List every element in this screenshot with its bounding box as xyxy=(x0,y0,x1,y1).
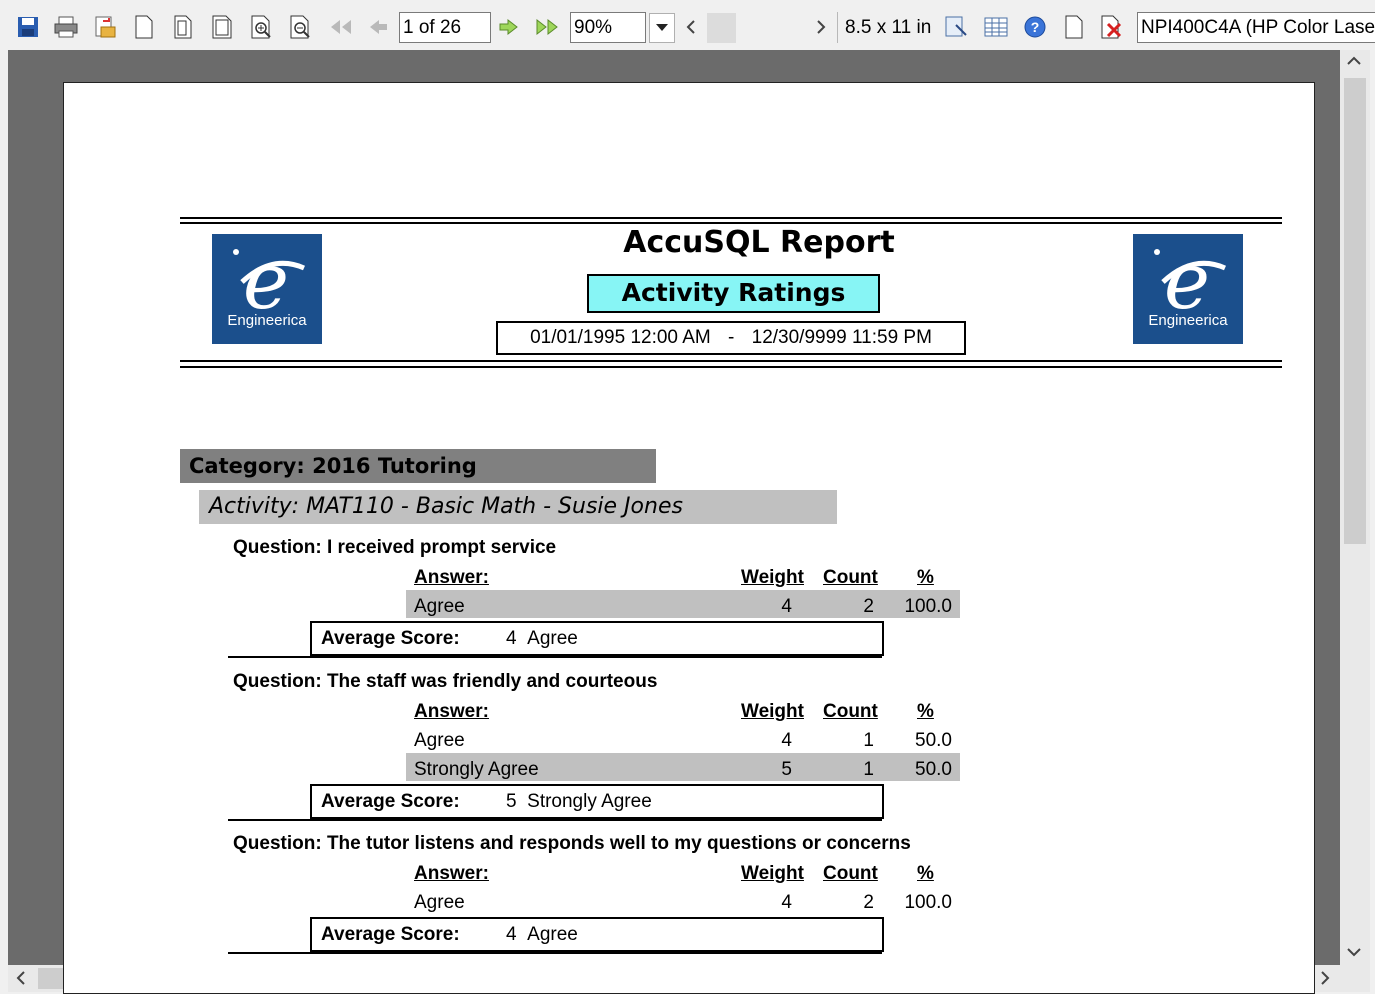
document-icon[interactable] xyxy=(1062,15,1086,39)
scroll-down-icon[interactable] xyxy=(1346,943,1362,964)
answer-column-header: Answer: xyxy=(414,567,489,588)
count-cell: 1 xyxy=(863,730,874,751)
question-divider xyxy=(228,656,882,658)
scroll-right-bottom-icon[interactable] xyxy=(1318,970,1332,991)
date-range: 01/01/1995 12:00 AM - 12/30/9999 11:59 P… xyxy=(496,321,966,355)
question-divider xyxy=(228,819,882,821)
weight-cell: 4 xyxy=(781,596,792,617)
percent-column-header: % xyxy=(917,701,934,722)
average-score-value: 5 Strongly Agree xyxy=(506,791,652,812)
average-score-box: Average Score: 5 Strongly Agree xyxy=(310,784,884,819)
logo-text: Engineerica xyxy=(1148,312,1228,329)
percent-cell: 100.0 xyxy=(904,596,952,617)
svg-text:?: ? xyxy=(1031,19,1040,35)
horizontal-pager-thumb[interactable] xyxy=(707,13,736,43)
percent-column-header: % xyxy=(917,567,934,588)
category-header: Category: 2016 Tutoring xyxy=(180,449,656,483)
date-end: 12/30/9999 11:59 PM xyxy=(751,327,932,348)
weight-cell: 4 xyxy=(781,892,792,913)
average-score-label: Average Score: xyxy=(321,628,460,649)
date-start: 01/01/1995 12:00 AM xyxy=(530,327,711,348)
dropdown-icon[interactable] xyxy=(649,13,675,43)
percent-column-header: % xyxy=(917,863,934,884)
count-cell: 1 xyxy=(863,759,874,780)
report-title: AccuSQL Report xyxy=(623,225,895,260)
printer-select[interactable]: NPI400C4A (HP Color Laser xyxy=(1137,12,1375,43)
page-setup-icon[interactable] xyxy=(944,15,968,39)
zoom-out-icon[interactable] xyxy=(289,15,313,39)
report-subtitle: Activity Ratings xyxy=(587,274,880,313)
percent-cell: 50.0 xyxy=(915,759,952,780)
header-rule xyxy=(180,360,1282,362)
weight-cell: 5 xyxy=(781,759,792,780)
header-rule xyxy=(180,366,1282,368)
question-title: Question: The staff was friendly and cou… xyxy=(233,671,658,692)
scroll-right-icon[interactable] xyxy=(809,15,833,39)
average-score-box: Average Score: 4 Agree xyxy=(310,917,884,952)
scroll-up-icon[interactable] xyxy=(1346,52,1362,73)
answer-cell: Agree xyxy=(414,596,465,617)
next-page-icon[interactable] xyxy=(497,15,521,39)
average-score-value: 4 Agree xyxy=(506,924,578,945)
answer-row-highlight xyxy=(406,590,960,618)
percent-cell: 100.0 xyxy=(904,892,952,913)
count-cell: 2 xyxy=(863,892,874,913)
paper-size-label: 8.5 x 11 in xyxy=(845,17,932,38)
answer-column-header: Answer: xyxy=(414,863,489,884)
answer-column-header: Answer: xyxy=(414,701,489,722)
question-title: Question: I received prompt service xyxy=(233,537,557,558)
export-icon[interactable] xyxy=(93,15,117,39)
page-indicator-field[interactable]: 1 of 26 xyxy=(399,12,491,43)
weight-column-header: Weight xyxy=(741,701,804,722)
average-score-label: Average Score: xyxy=(321,924,460,945)
count-cell: 2 xyxy=(863,596,874,617)
single-page-icon[interactable] xyxy=(171,15,195,39)
report-toolbar: 1 of 26 90% 8.5 x 11 in ? NPI400C4A (HP … xyxy=(0,0,1375,50)
count-column-header: Count xyxy=(823,567,878,588)
answer-cell: Strongly Agree xyxy=(414,759,539,780)
average-score-value: 4 Agree xyxy=(506,628,578,649)
two-page-icon[interactable] xyxy=(211,15,235,39)
header-rule xyxy=(180,217,1282,219)
print-icon[interactable] xyxy=(54,15,78,39)
header-rule xyxy=(180,222,1282,224)
vertical-scroll-thumb[interactable] xyxy=(1344,78,1366,544)
question-title: Question: The tutor listens and responds… xyxy=(233,833,911,854)
weight-column-header: Weight xyxy=(741,567,804,588)
last-page-icon[interactable] xyxy=(534,15,558,39)
scroll-left-bottom-icon[interactable] xyxy=(14,970,28,991)
grid-icon[interactable] xyxy=(984,15,1008,39)
toolbar-separator xyxy=(837,12,838,43)
percent-cell: 50.0 xyxy=(915,730,952,751)
zoom-select[interactable]: 90% xyxy=(570,12,646,43)
count-column-header: Count xyxy=(823,863,878,884)
save-icon[interactable] xyxy=(16,15,40,39)
activity-header: Activity: MAT110 - Basic Math - Susie Jo… xyxy=(199,490,837,524)
average-score-label: Average Score: xyxy=(321,791,460,812)
report-page: e Engineerica e Engineerica AccuSQL Repo… xyxy=(63,82,1315,994)
question-divider xyxy=(228,952,882,954)
date-separator: - xyxy=(728,327,735,348)
zoom-in-icon[interactable] xyxy=(250,15,274,39)
page-icon[interactable] xyxy=(132,15,156,39)
answer-cell: Agree xyxy=(414,730,465,751)
logo-text: Engineerica xyxy=(227,312,307,329)
help-icon[interactable]: ? xyxy=(1023,15,1047,39)
answer-cell: Agree xyxy=(414,892,465,913)
weight-cell: 4 xyxy=(781,730,792,751)
close-icon[interactable] xyxy=(1100,15,1124,39)
weight-column-header: Weight xyxy=(741,863,804,884)
first-page-icon[interactable] xyxy=(328,15,352,39)
average-score-box: Average Score: 4 Agree xyxy=(310,621,884,656)
count-column-header: Count xyxy=(823,701,878,722)
previous-page-icon[interactable] xyxy=(366,15,390,39)
scroll-left-icon[interactable] xyxy=(679,15,703,39)
